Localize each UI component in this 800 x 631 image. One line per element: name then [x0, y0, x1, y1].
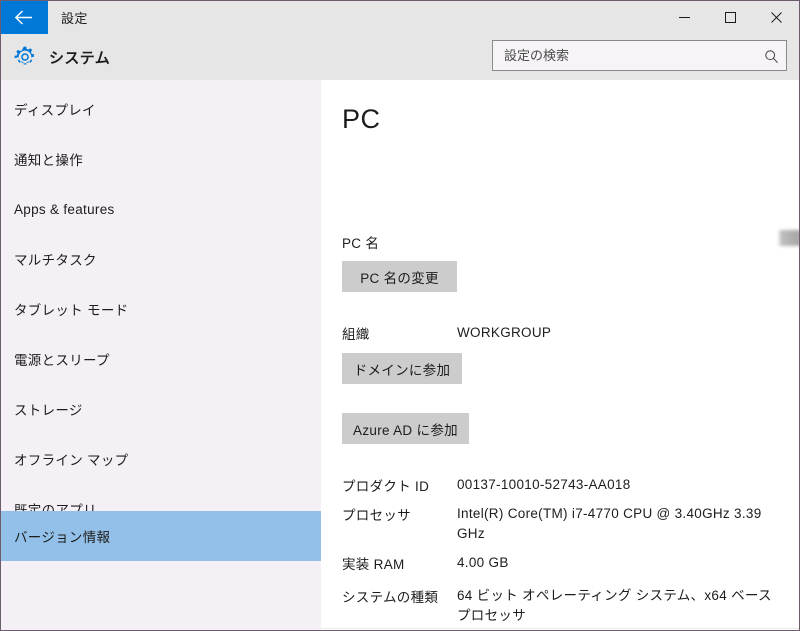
- sidebar-item-label: オフライン マップ: [14, 453, 129, 468]
- sidebar-item-label: ディスプレイ: [14, 103, 96, 118]
- gear-icon: [14, 46, 34, 65]
- content-divider: [321, 628, 799, 629]
- search-icon: [764, 49, 778, 63]
- sidebar-item-label: Apps & features: [14, 201, 115, 217]
- search-input[interactable]: [493, 41, 755, 70]
- sidebar-item-label: バージョン情報: [14, 530, 111, 545]
- join-domain-button[interactable]: ドメインに参加: [342, 353, 462, 384]
- sidebar-item-display[interactable]: ディスプレイ: [1, 84, 321, 134]
- maximize-button[interactable]: [707, 1, 753, 34]
- page-title: PC: [342, 104, 381, 134]
- sidebar-item-power-sleep[interactable]: 電源とスリープ: [1, 334, 321, 384]
- sidebar-item-storage[interactable]: ストレージ: [1, 384, 321, 434]
- sidebar-item-label: ストレージ: [14, 403, 83, 418]
- pc-name-value-redacted: [778, 230, 799, 246]
- sidebar-item-label: 電源とスリープ: [14, 353, 110, 368]
- maximize-icon: [724, 12, 736, 23]
- product-id-value: 00137-10010-52743-AA018: [457, 477, 631, 492]
- close-icon: [770, 12, 782, 23]
- installed-ram-value: 4.00 GB: [457, 555, 509, 570]
- pc-name-label: PC 名: [342, 236, 380, 251]
- back-button[interactable]: [1, 1, 48, 34]
- window-title: 設定: [61, 11, 88, 26]
- join-azure-ad-button[interactable]: Azure AD に参加: [342, 413, 469, 444]
- settings-sidebar: ディスプレイ 通知と操作 Apps & features マルチタスク タブレッ…: [1, 80, 321, 630]
- sidebar-item-notifications-actions[interactable]: 通知と操作: [1, 134, 321, 184]
- sidebar-item-tablet-mode[interactable]: タブレット モード: [1, 284, 321, 334]
- search-box[interactable]: [492, 40, 787, 71]
- search-button[interactable]: [758, 44, 784, 68]
- sidebar-item-apps-features[interactable]: Apps & features: [1, 184, 321, 234]
- sidebar-item-about[interactable]: バージョン情報: [1, 511, 321, 561]
- system-type-label: システムの種類: [342, 590, 439, 605]
- sidebar-item-label: マルチタスク: [14, 253, 97, 268]
- content-pane: PC PC 名 PC 名の変更 組織 WORKGROUP ドメインに参加 Azu…: [321, 80, 799, 630]
- processor-label: プロセッサ: [342, 508, 411, 523]
- organization-value: WORKGROUP: [457, 325, 552, 340]
- settings-window: 設定 システム 設定の検索 ディスプレイ 通知と操作 Apps & featur…: [0, 0, 800, 631]
- close-button[interactable]: [753, 1, 799, 34]
- minimize-button[interactable]: [661, 1, 707, 34]
- title-bar: 設定: [1, 1, 799, 34]
- product-id-label: プロダクト ID: [342, 479, 430, 494]
- installed-ram-label: 実装 RAM: [342, 557, 405, 572]
- rename-pc-button[interactable]: PC 名の変更: [342, 261, 457, 292]
- back-arrow-icon: [14, 10, 32, 25]
- sidebar-item-multitasking[interactable]: マルチタスク: [1, 234, 321, 284]
- sidebar-item-label: 通知と操作: [14, 153, 83, 168]
- category-title: システム: [49, 50, 111, 67]
- sidebar-item-label: タブレット モード: [14, 303, 129, 318]
- sidebar-item-offline-maps[interactable]: オフライン マップ: [1, 434, 321, 484]
- processor-value: Intel(R) Core(TM) i7-4770 CPU @ 3.40GHz …: [457, 506, 762, 541]
- organization-label: 組織: [342, 327, 370, 342]
- minimize-icon: [678, 17, 690, 18]
- system-type-value: 64 ビット オペレーティング システム、x64 ベース プロセッサ: [457, 588, 772, 623]
